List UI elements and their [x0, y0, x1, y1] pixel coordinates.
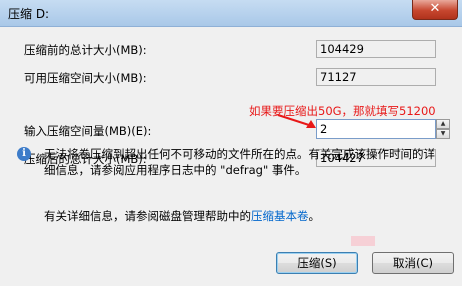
spin-down-icon: ▼	[440, 130, 446, 137]
shrink-amount-input[interactable]: 2	[316, 119, 436, 139]
title-bar: 压缩 D: ✕	[0, 0, 462, 27]
spin-up-icon: ▲	[440, 120, 446, 127]
help-link[interactable]: 压缩基本卷	[251, 209, 309, 223]
annotation-arrow	[277, 114, 316, 128]
close-icon: ✕	[429, 1, 441, 16]
info-icon: i	[17, 147, 31, 161]
available-label: 可用压缩空间大小(MB):	[24, 71, 147, 85]
cancel-button[interactable]: 取消(C)	[372, 252, 454, 274]
spin-up-button[interactable]: ▲	[436, 119, 450, 129]
available-value: 71127	[316, 68, 436, 86]
input-label: 输入压缩空间量(MB)(E):	[24, 124, 152, 138]
details-suffix: 。	[308, 209, 321, 223]
info-message: 无法将卷压缩到超出任何不可移动的文件所在的点。有关完成该操作时间的详细信息，请参…	[44, 147, 435, 177]
window-title: 压缩 D:	[8, 7, 50, 21]
total-before-label: 压缩前的总计大小(MB):	[24, 43, 147, 57]
details-line: 有关详细信息，请参阅磁盘管理帮助中的压缩基本卷。	[44, 208, 320, 224]
total-before-value: 104429	[316, 40, 436, 58]
spin-down-button[interactable]: ▼	[436, 129, 450, 139]
highlight-mark	[351, 236, 375, 246]
close-button[interactable]: ✕	[412, 0, 458, 20]
details-prefix: 有关详细信息，请参阅磁盘管理帮助中的	[44, 209, 251, 223]
shrink-button[interactable]: 压缩(S)	[276, 252, 358, 274]
